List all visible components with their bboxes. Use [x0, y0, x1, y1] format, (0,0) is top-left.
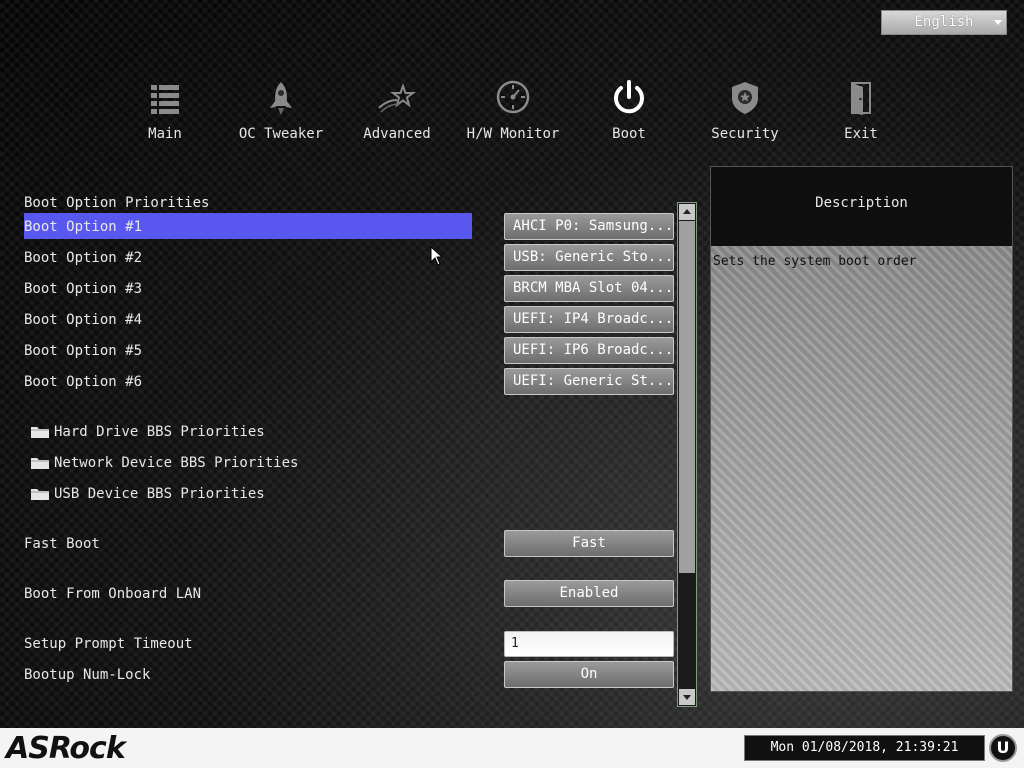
scroll-down-arrow-icon[interactable]: [679, 689, 695, 705]
tab-exit-label: Exit: [844, 126, 878, 142]
submenu-label: Network Device BBS Priorities: [54, 455, 299, 471]
boot-option-2-label[interactable]: Boot Option #2: [24, 245, 142, 271]
boot-option-5-label[interactable]: Boot Option #5: [24, 338, 142, 364]
chevron-down-icon: [994, 20, 1002, 25]
mouse-cursor-icon: [430, 246, 444, 266]
boot-option-2-value[interactable]: USB: Generic Sto...: [504, 244, 674, 271]
description-title: Description: [711, 167, 1012, 246]
tab-hw-monitor[interactable]: H/W Monitor: [458, 78, 568, 153]
boot-option-6-value[interactable]: UEFI: Generic St...: [504, 368, 674, 395]
description-body: Sets the system boot order: [711, 246, 1012, 691]
tab-boot-label: Boot: [612, 126, 646, 142]
num-lock-value[interactable]: On: [504, 661, 674, 688]
door-icon: [851, 82, 871, 115]
tab-advanced-label: Advanced: [363, 126, 431, 142]
language-select[interactable]: English: [881, 10, 1007, 35]
submenu-label: USB Device BBS Priorities: [54, 486, 265, 502]
submenu-network-device-bbs[interactable]: Network Device BBS Priorities: [30, 451, 298, 475]
u-button[interactable]: U: [989, 734, 1017, 762]
boot-option-4-value[interactable]: UEFI: IP4 Broadc...: [504, 306, 674, 333]
tab-hw-monitor-label: H/W Monitor: [466, 126, 560, 142]
scroll-up-arrow-icon[interactable]: [679, 204, 695, 220]
tab-exit[interactable]: Exit: [806, 78, 916, 153]
submenu-hard-drive-bbs[interactable]: Hard Drive BBS Priorities: [30, 420, 265, 444]
datetime-display: Mon 01/08/2018, 21:39:21: [744, 735, 985, 761]
boot-option-3-value[interactable]: BRCM MBA Slot 04...: [504, 275, 674, 302]
fast-boot-value[interactable]: Fast: [504, 530, 674, 557]
brand-logo: ASRock: [6, 731, 126, 766]
tab-boot[interactable]: Boot: [574, 78, 684, 153]
folder-icon: [31, 458, 49, 469]
description-text: Sets the system boot order: [713, 254, 917, 269]
gauge-icon: [496, 80, 530, 114]
onboard-lan-value[interactable]: Enabled: [504, 580, 674, 607]
tab-security-label: Security: [711, 126, 779, 142]
scrollbar-thumb[interactable]: [679, 221, 695, 573]
power-icon: [614, 80, 644, 114]
boot-option-5-value[interactable]: UEFI: IP6 Broadc...: [504, 337, 674, 364]
fast-boot-label[interactable]: Fast Boot: [24, 531, 100, 557]
boot-option-4-label[interactable]: Boot Option #4: [24, 307, 142, 333]
prompt-timeout-label[interactable]: Setup Prompt Timeout: [24, 631, 193, 657]
boot-option-1-value[interactable]: AHCI P0: Samsung...: [504, 213, 674, 240]
submenu-usb-device-bbs[interactable]: USB Device BBS Priorities: [30, 482, 265, 506]
shield-icon: [732, 82, 758, 114]
folder-icon: [31, 489, 49, 500]
submenu-label: Hard Drive BBS Priorities: [54, 424, 265, 440]
num-lock-label[interactable]: Bootup Num-Lock: [24, 662, 150, 688]
onboard-lan-label[interactable]: Boot From Onboard LAN: [24, 581, 201, 607]
rocket-icon: [270, 82, 292, 115]
boot-option-1-label[interactable]: Boot Option #1: [24, 214, 472, 240]
boot-option-3-label[interactable]: Boot Option #3: [24, 276, 142, 302]
tab-security[interactable]: Security: [690, 78, 800, 153]
tab-advanced[interactable]: Advanced: [342, 78, 452, 153]
prompt-timeout-input[interactable]: 1: [504, 631, 674, 657]
language-value: English: [914, 14, 974, 30]
list-icon: [151, 85, 179, 114]
folder-icon: [31, 427, 49, 438]
star-icon: [378, 83, 416, 113]
tab-main[interactable]: Main: [110, 78, 220, 153]
tab-oc-tweaker-label: OC Tweaker: [238, 126, 324, 142]
boot-option-6-label[interactable]: Boot Option #6: [24, 369, 142, 395]
tab-main-label: Main: [148, 126, 182, 142]
tab-oc-tweaker[interactable]: OC Tweaker: [226, 78, 336, 153]
